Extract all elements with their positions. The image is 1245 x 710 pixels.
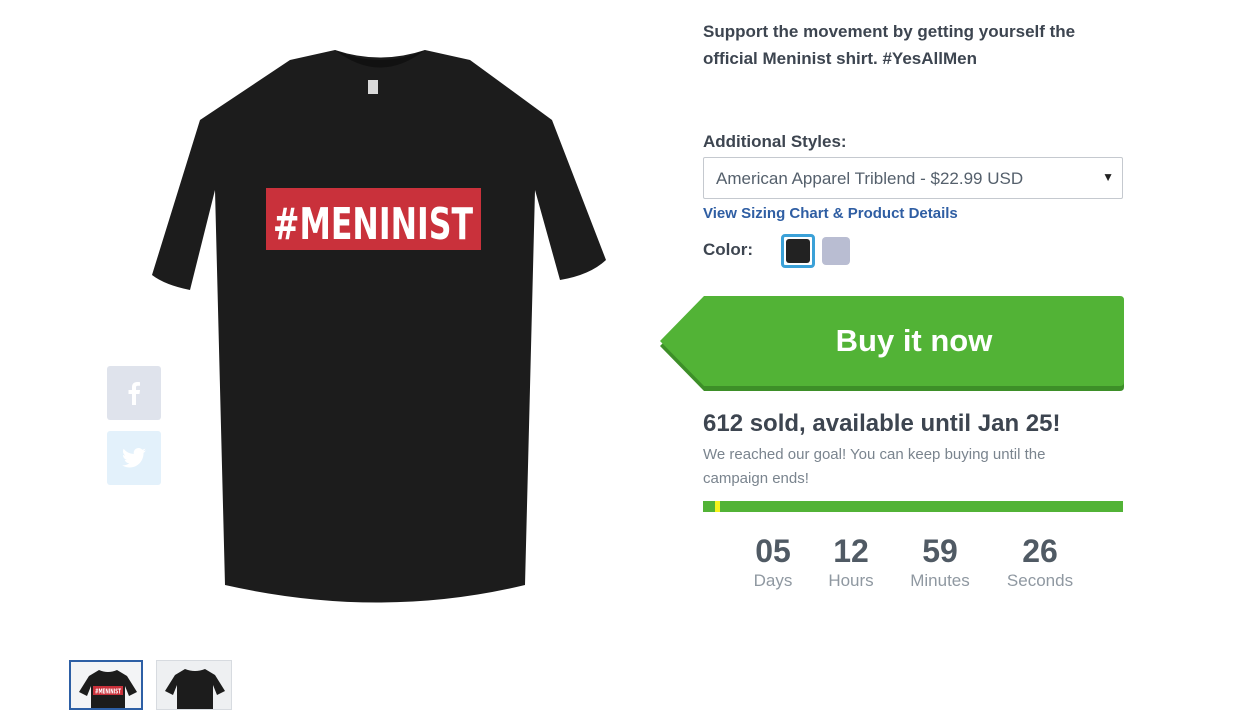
product-description: Support the movement by getting yourself… [703,22,1076,68]
color-swatch-gray[interactable] [822,237,850,265]
style-select-value: American Apparel Triblend - $22.99 USD [716,169,1024,188]
countdown-seconds-unit: Seconds [1006,571,1074,590]
progress-marker [715,501,720,512]
countdown-minutes-value: 59 [922,533,958,569]
product-image: #MENINIST [140,40,620,630]
thumbnail-front[interactable]: #MENINIST [69,660,143,710]
campaign-progress-bar [703,501,1123,512]
countdown-hours-value: 12 [833,533,869,569]
chevron-down-icon: ▼ [1102,170,1114,184]
sizing-chart-link[interactable]: View Sizing Chart & Product Details [703,205,958,222]
countdown-minutes-unit: Minutes [910,571,970,590]
countdown-hours: 12 Hours [806,532,896,592]
twitter-icon [122,448,146,468]
style-select[interactable]: American Apparel Triblend - $22.99 USD ▼ [703,157,1123,199]
countdown-seconds: 26 Seconds [995,532,1085,592]
buy-it-now-button[interactable]: Buy it now [660,296,1124,391]
countdown-days: 05 Days [728,532,818,592]
color-swatch-black[interactable] [781,234,815,268]
color-label: Color: [703,240,754,259]
shirt-print-text: #MENINIST [273,199,473,250]
thumbnail-back[interactable] [156,660,232,710]
svg-text:#MENINIST: #MENINIST [95,688,121,696]
countdown-days-unit: Days [753,571,793,590]
buy-button-label: Buy it now [835,323,993,358]
sold-count-headline: 612 sold, available until Jan 25! [703,410,1061,437]
additional-styles-label: Additional Styles: [703,132,847,151]
countdown-days-value: 05 [755,533,791,569]
countdown-minutes: 59 Minutes [895,532,985,592]
share-twitter-button[interactable] [107,431,161,485]
goal-reached-note: We reached our goal! You can keep buying… [703,446,1046,487]
share-facebook-button[interactable] [107,366,161,420]
facebook-icon [128,382,140,405]
countdown-seconds-value: 26 [1022,533,1058,569]
countdown-hours-unit: Hours [828,571,874,590]
